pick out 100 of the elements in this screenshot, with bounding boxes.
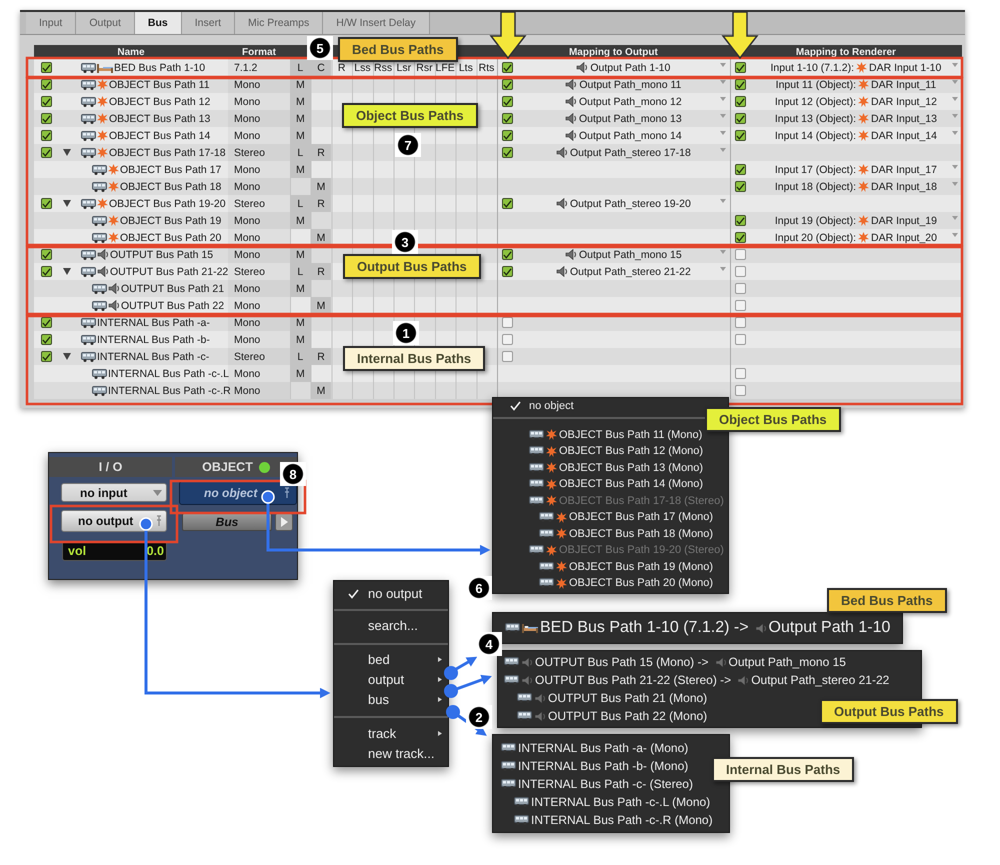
checkbox[interactable] — [40, 96, 52, 107]
checkbox[interactable] — [40, 79, 52, 90]
menu-item[interactable]: OBJECT Bus Path 13 (Mono) — [493, 460, 708, 476]
checkbox[interactable] — [734, 283, 746, 294]
bus-icon — [92, 386, 107, 396]
disclosure-triangle-icon[interactable] — [62, 200, 70, 207]
column-header: Format — [241, 46, 277, 59]
menu-item[interactable]: bed — [334, 650, 448, 670]
checkbox[interactable] — [734, 368, 746, 379]
checkbox[interactable] — [502, 334, 513, 345]
bus-icon — [81, 250, 96, 260]
bus-icon — [501, 761, 516, 771]
checkbox[interactable] — [734, 385, 746, 396]
menu-item[interactable]: INTERNAL Bus Path -a- (Mono) — [493, 739, 692, 757]
arrow-button[interactable] — [275, 513, 293, 531]
menu-item[interactable]: no output — [334, 584, 448, 604]
checkbox[interactable] — [40, 198, 52, 209]
bus-icon — [529, 462, 544, 473]
menu-item[interactable]: INTERNAL Bus Path -c- (Stereo) — [493, 775, 697, 793]
checkbox[interactable] — [502, 317, 513, 328]
menu-item[interactable]: INTERNAL Bus Path -c-.L (Mono) — [493, 793, 714, 811]
bed-icon — [97, 62, 113, 72]
disclosure-triangle-icon[interactable] — [62, 268, 70, 275]
format-cell: Stereo — [228, 144, 290, 161]
column-header: Name — [116, 46, 146, 59]
checkbox[interactable] — [734, 113, 746, 124]
checkbox[interactable] — [734, 164, 746, 175]
item-label: OBJECT Bus Path 14 (Mono) — [559, 478, 704, 490]
checkbox[interactable] — [734, 334, 746, 345]
checkbox[interactable] — [502, 113, 513, 124]
menu-item[interactable]: search... — [334, 616, 448, 636]
bus-icon — [92, 182, 107, 192]
burst-icon — [556, 578, 567, 589]
checkbox[interactable] — [502, 266, 513, 277]
menu-item[interactable]: OBJECT Bus Path 14 (Mono) — [493, 476, 708, 492]
disclosure-triangle-icon[interactable] — [62, 353, 70, 360]
tab[interactable]: Input — [26, 12, 76, 34]
menu-item[interactable]: OBJECT Bus Path 11 (Mono) — [493, 426, 706, 443]
item-label: OBJECT Bus Path 11 (Mono) — [559, 428, 702, 441]
checkbox[interactable] — [40, 113, 52, 124]
checkbox[interactable] — [734, 317, 746, 328]
speaker-icon — [97, 249, 109, 260]
menu-item[interactable]: OUTPUT Bus Path 22 (Mono) — [498, 707, 712, 725]
caret-icon — [720, 97, 726, 101]
bus-icon — [92, 216, 107, 226]
checkbox[interactable] — [502, 96, 513, 107]
checkbox[interactable] — [40, 249, 52, 260]
input-dropdown[interactable]: no input — [61, 483, 167, 502]
disclosure-triangle-icon[interactable] — [62, 149, 70, 156]
menu-item[interactable]: OUTPUT Bus Path 15 (Mono) -> Output Path_mono 15 — [498, 653, 850, 671]
tab[interactable]: Bus — [134, 12, 182, 34]
checkbox[interactable] — [734, 181, 746, 192]
checkbox[interactable] — [502, 130, 513, 141]
menu-item[interactable]: bus — [334, 689, 448, 709]
checkbox[interactable] — [734, 79, 746, 90]
checkbox[interactable] — [40, 334, 52, 345]
menu-item[interactable]: OUTPUT Bus Path 21-22 (Stereo) -> Output Path_stereo 21-22 — [498, 671, 894, 689]
bus-icon — [539, 578, 554, 588]
bus-icon — [539, 562, 554, 572]
checkbox[interactable] — [40, 62, 52, 73]
menu-item[interactable]: output — [334, 670, 448, 690]
menu-item[interactable]: OUTPUT Bus Path 21 (Mono) — [498, 689, 712, 707]
checkbox[interactable] — [734, 249, 746, 260]
checkbox[interactable] — [502, 79, 513, 90]
checkbox[interactable] — [734, 266, 746, 277]
checkbox[interactable] — [40, 130, 52, 141]
checkbox[interactable] — [502, 351, 513, 362]
menu-item[interactable]: no object — [493, 398, 578, 414]
tab[interactable]: Output — [76, 12, 135, 34]
tab[interactable]: Mic Preamps — [235, 12, 324, 34]
checkbox[interactable] — [40, 351, 52, 362]
checkbox[interactable] — [734, 130, 746, 141]
checkbox[interactable] — [502, 147, 513, 158]
burst-icon — [858, 164, 870, 175]
burst-icon — [97, 79, 108, 90]
tab[interactable]: Insert — [182, 12, 235, 34]
bus-icon — [514, 797, 529, 807]
checkbox[interactable] — [734, 96, 746, 107]
menu-item[interactable]: BED Bus Path 1-10 (7.1.2) -> Output Path 1-10 — [493, 614, 902, 642]
caret-icon — [720, 267, 726, 271]
channel-cell: M — [310, 382, 332, 399]
checkbox[interactable] — [40, 317, 52, 328]
menu-item[interactable]: INTERNAL Bus Path -c-.R (Mono) — [493, 811, 717, 829]
checkbox[interactable] — [502, 198, 513, 209]
checkbox[interactable] — [734, 62, 746, 73]
caret-icon — [952, 216, 958, 220]
tab[interactable]: H/W Insert Delay — [323, 12, 430, 34]
menu-item[interactable]: new track... — [334, 744, 448, 764]
menu-item[interactable]: INTERNAL Bus Path -b- (Mono) — [493, 757, 692, 775]
checkbox[interactable] — [734, 300, 746, 311]
menu-item[interactable]: OBJECT Bus Path 12 (Mono) — [493, 443, 708, 460]
checkbox[interactable] — [734, 215, 746, 226]
checkbox[interactable] — [40, 147, 52, 158]
format-cell: Mono — [228, 246, 290, 263]
checkbox[interactable] — [502, 62, 513, 73]
menu-item[interactable]: track — [334, 724, 448, 744]
checkbox[interactable] — [502, 249, 513, 260]
output-button[interactable]: no output — [61, 510, 167, 532]
checkbox[interactable] — [40, 266, 52, 277]
checkbox[interactable] — [734, 232, 746, 243]
